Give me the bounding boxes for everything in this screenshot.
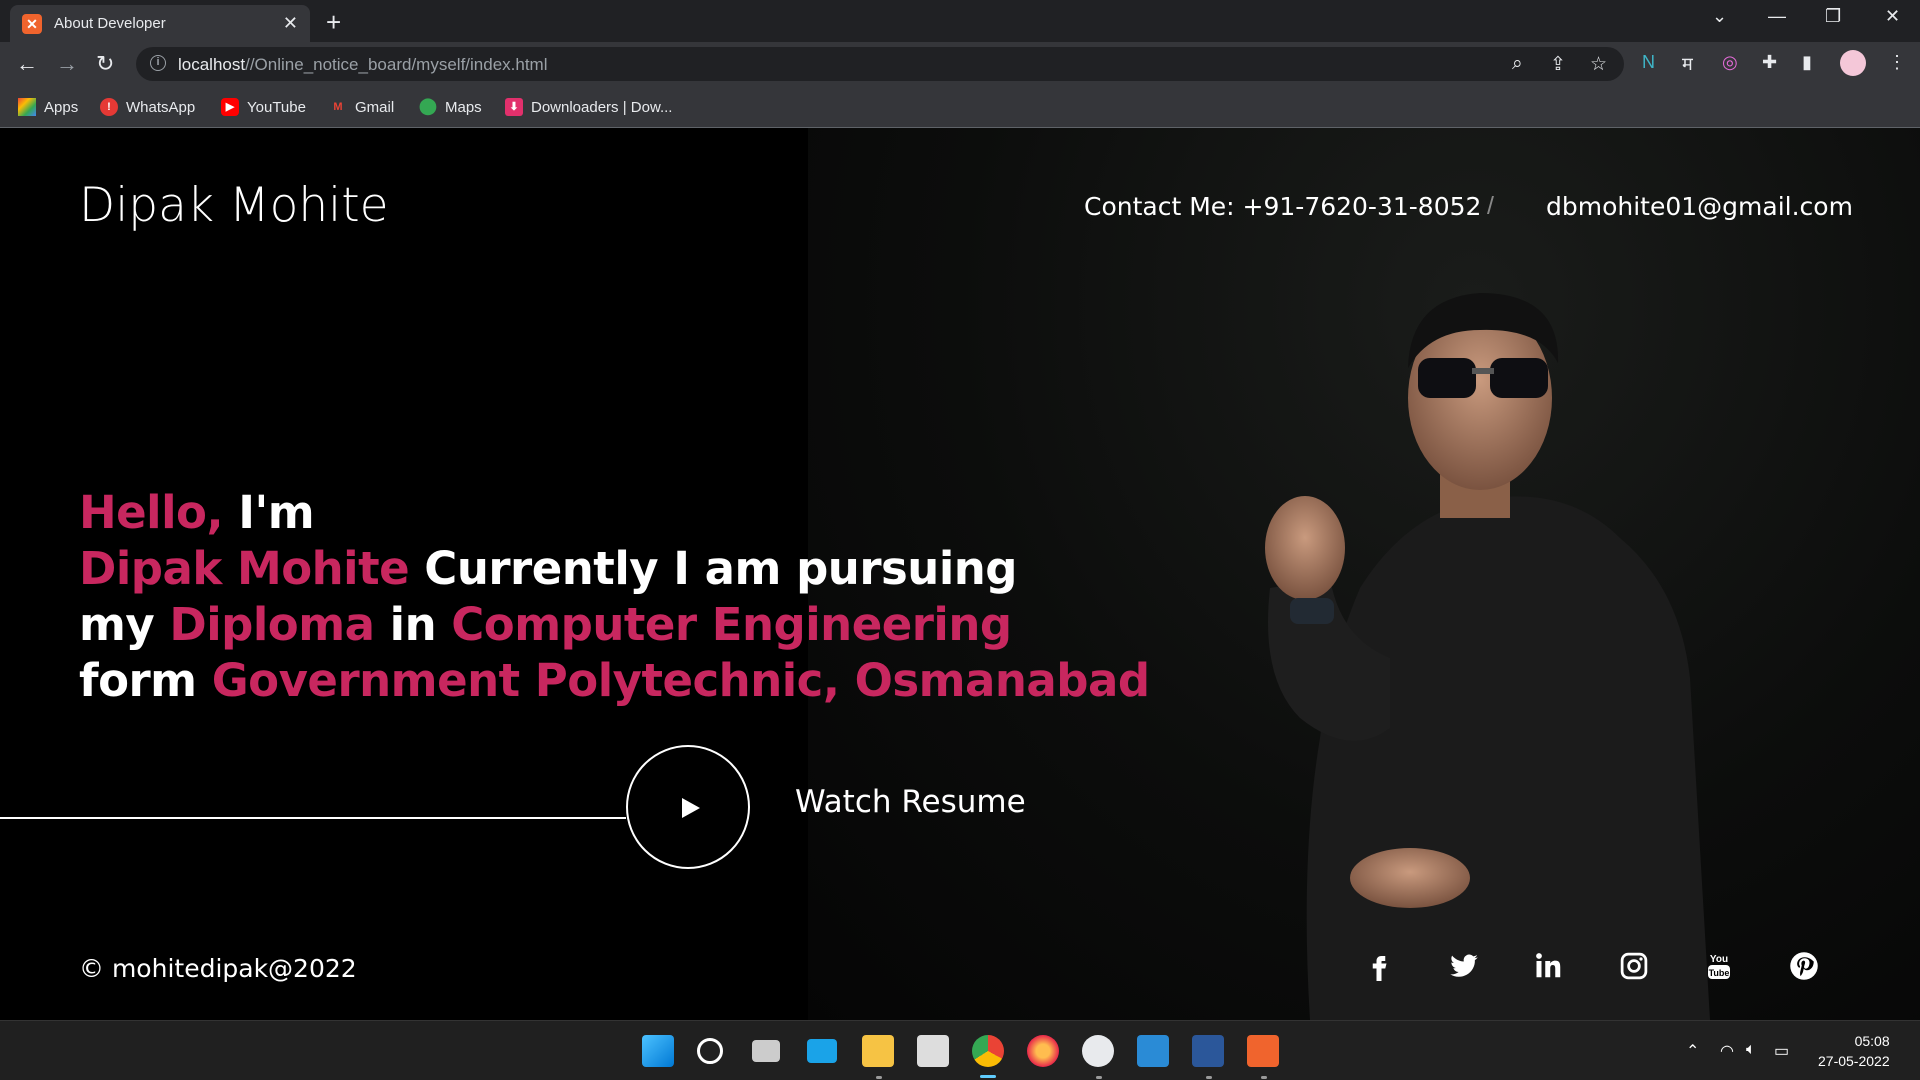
vscode-icon[interactable] [1137, 1035, 1169, 1067]
maps-pin-icon: ⬤ [419, 98, 437, 115]
downloader-icon: ⬇ [505, 98, 523, 116]
windows-start-icon[interactable] [642, 1035, 674, 1067]
twitter-icon[interactable] [1444, 946, 1484, 986]
word-running-dot [1206, 1076, 1212, 1079]
play-icon [682, 798, 700, 818]
xampp-running-dot [1261, 1076, 1267, 1079]
profile-avatar[interactable] [1840, 50, 1866, 76]
youtube-icon-label-top: You [1710, 954, 1728, 965]
side-panel-icon[interactable]: ▮ [1802, 52, 1812, 73]
extensions-puzzle-icon[interactable]: ✚ [1762, 52, 1777, 73]
clock-date: 27-05-2022 [1818, 1053, 1890, 1069]
zoom-icon[interactable]: ⌕ [1512, 53, 1523, 75]
watch-resume-link[interactable]: Watch Resume [795, 784, 1026, 820]
bookmark-whatsapp[interactable]: ! WhatsApp [100, 98, 195, 116]
file-explorer-icon[interactable] [862, 1035, 894, 1067]
new-tab-icon[interactable]: + [326, 7, 341, 38]
copyright-text: © mohitedipak@2022 [79, 954, 357, 983]
chrome-active-indicator [980, 1075, 996, 1078]
wifi-icon[interactable]: ◠ [1720, 1041, 1734, 1061]
search-icon[interactable] [697, 1038, 723, 1064]
decorative-line [0, 817, 626, 819]
bookmark-youtube[interactable]: ▶ YouTube [221, 98, 306, 116]
clock-time: 05:08 [1854, 1033, 1890, 1049]
site-brand[interactable]: Dipak Mohite [79, 178, 389, 233]
hero-headline: Hello, I'm Dipak Mohite Currently I am p… [79, 485, 1150, 709]
facebook-icon[interactable] [1359, 946, 1399, 986]
share-icon[interactable]: ⇪ [1550, 53, 1566, 76]
contact-phone[interactable]: Contact Me: +91-7620-31-8052 [1084, 192, 1481, 221]
youtube-icon-label-bottom: Tube [1709, 968, 1730, 978]
tray-chevron-icon[interactable]: ⌃ [1686, 1041, 1699, 1061]
play-button[interactable] [626, 745, 750, 869]
gmail-icon: M [333, 101, 343, 113]
word-icon[interactable] [1192, 1035, 1224, 1067]
youtube-icon[interactable]: You Tube [1699, 946, 1739, 986]
pinterest-icon[interactable] [1784, 946, 1824, 986]
bookmarks-bar: Apps ! WhatsApp ▶ YouTube M Gmail ⬤ Maps… [0, 86, 1920, 128]
browser-tab[interactable]: ✕ About Developer ✕ [10, 5, 310, 42]
explorer-running-dot [876, 1076, 882, 1079]
minimize-icon[interactable]: — [1768, 6, 1786, 27]
extension-color-icon[interactable]: ◎ [1722, 52, 1738, 73]
hero-line-2: Dipak Mohite Currently I am pursuing [79, 542, 1018, 595]
bookmark-maps[interactable]: ⬤ Maps [419, 98, 482, 116]
tab-title: About Developer [54, 15, 166, 32]
hero-line-3: my Diploma in Computer Engineering [79, 598, 1012, 651]
task-view-icon[interactable] [752, 1040, 780, 1062]
developer-photo [1265, 293, 1710, 1020]
tab-close-icon[interactable]: ✕ [283, 13, 298, 34]
tab-search-chevron-icon[interactable]: ⌄ [1712, 6, 1727, 27]
hero-line-4: form Government Polytechnic, Osmanabad [79, 654, 1150, 707]
extension-hindi-icon[interactable]: म [1682, 52, 1693, 76]
linkedin-icon[interactable] [1529, 946, 1569, 986]
back-icon[interactable]: ← [16, 51, 38, 77]
youtube-icon: ▶ [221, 98, 239, 116]
xampp-favicon-icon: ✕ [22, 13, 42, 34]
battery-icon[interactable]: ▭ [1774, 1041, 1789, 1061]
url-text[interactable]: localhost//Online_notice_board/myself/in… [178, 55, 548, 75]
notepad-icon[interactable] [917, 1035, 949, 1067]
restore-icon[interactable]: ❐ [1825, 6, 1841, 27]
page-content: Dipak Mohite Contact Me: +91-7620-31-805… [0, 128, 1920, 1020]
windows-taskbar: ⌃ ◠ 🔈︎ ▭ 05:08 27-05-2022 [0, 1020, 1920, 1080]
chrome-icon[interactable] [972, 1035, 1004, 1067]
whatsapp-icon: ! [100, 98, 118, 116]
extension-n-icon[interactable]: N [1642, 52, 1655, 73]
forward-icon[interactable]: → [56, 51, 78, 77]
volume-icon[interactable]: 🔈︎ [1746, 1041, 1756, 1059]
xampp-icon[interactable] [1247, 1035, 1279, 1067]
bookmark-star-icon[interactable]: ☆ [1590, 53, 1607, 76]
contact-email[interactable]: dbmohite01@gmail.com [1546, 192, 1853, 221]
system-clock[interactable]: 05:08 27-05-2022 [1818, 1031, 1890, 1071]
reload-icon[interactable]: ↻ [96, 51, 114, 77]
site-info-icon[interactable]: i [150, 55, 166, 71]
browser-tabbar: ✕ About Developer ✕ + ⌄ — ❐ ✕ [0, 0, 1920, 42]
menu-kebab-icon[interactable]: ⋮ [1888, 52, 1906, 73]
apps-grid-icon [18, 98, 36, 116]
instagram-icon[interactable] [1614, 946, 1654, 986]
bookmark-apps[interactable]: Apps [18, 98, 78, 116]
bookmark-downloaders[interactable]: ⬇ Downloaders | Dow... [505, 98, 672, 116]
bookmark-gmail[interactable]: M Gmail [329, 98, 394, 116]
contact-separator: / [1487, 192, 1494, 220]
hero-line-1: Hello, I'm [79, 486, 315, 539]
app-w-running-dot [1096, 1076, 1102, 1079]
app-w-icon[interactable] [1082, 1035, 1114, 1067]
address-bar[interactable]: i localhost//Online_notice_board/myself/… [136, 47, 1624, 81]
browser-toolbar: ← → ↻ i localhost//Online_notice_board/m… [0, 42, 1920, 86]
close-window-icon[interactable]: ✕ [1885, 6, 1900, 27]
firefox-icon[interactable] [1027, 1035, 1059, 1067]
desktop-icon[interactable] [807, 1039, 837, 1063]
